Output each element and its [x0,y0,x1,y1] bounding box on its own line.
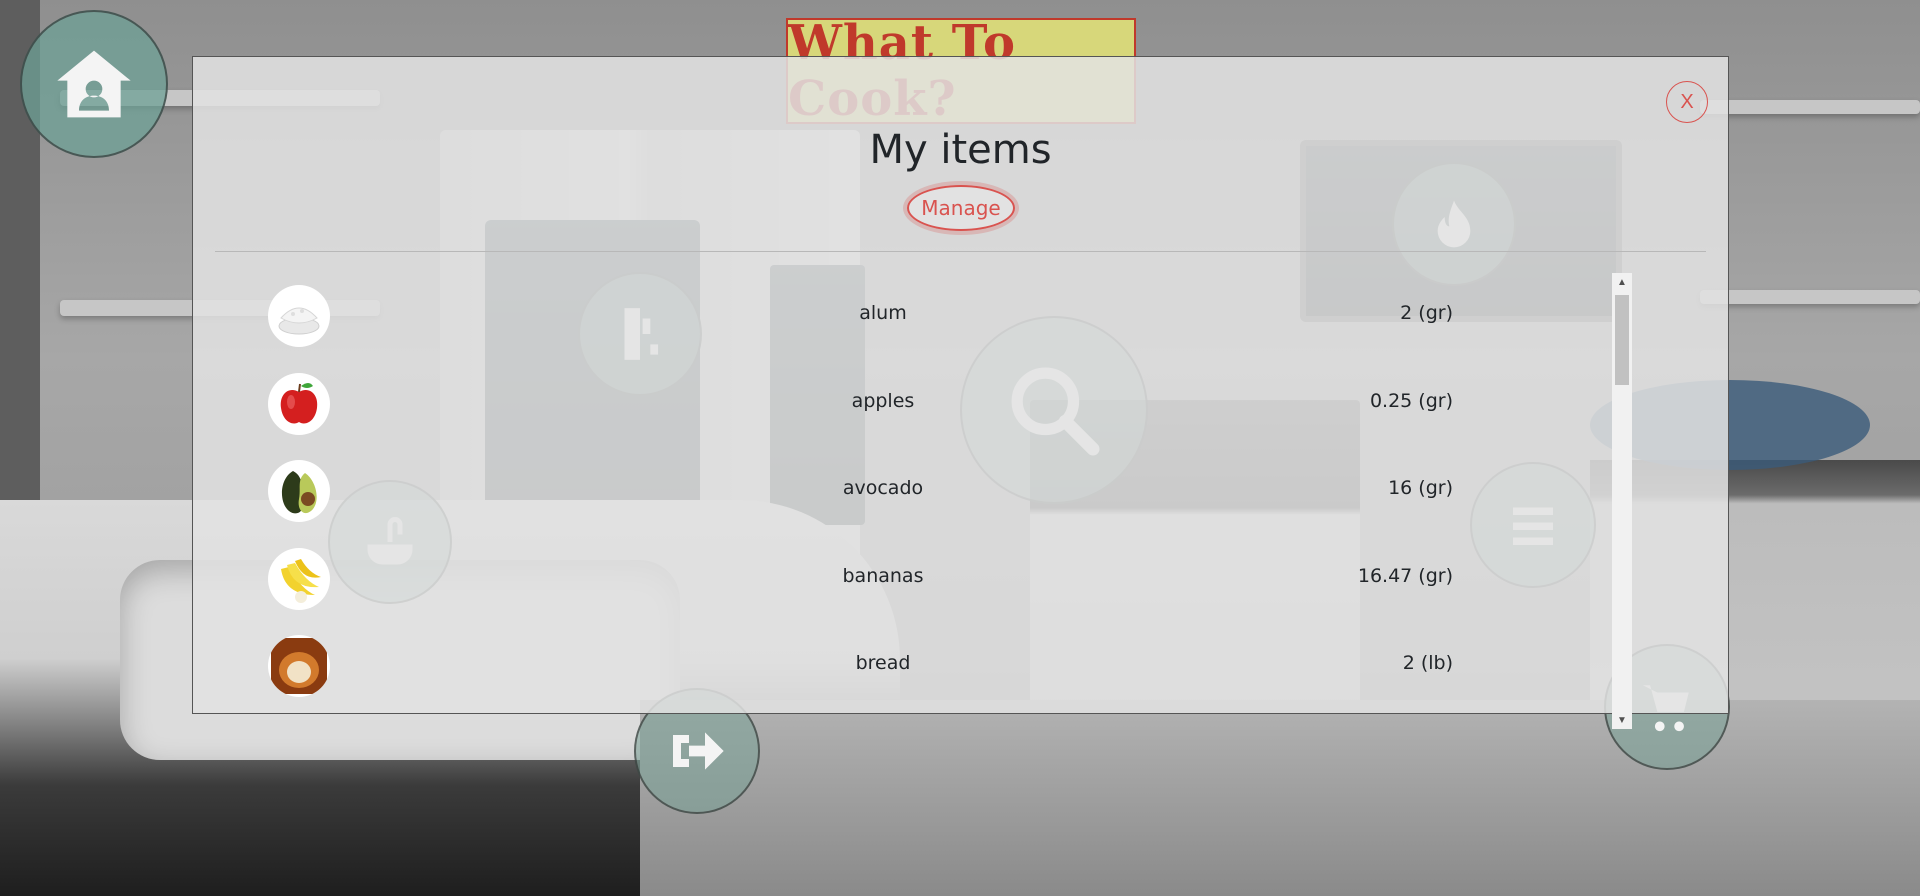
item-name: bread [855,652,911,674]
bread-icon [268,635,330,697]
apple-icon [268,372,330,435]
scroll-up-arrow-icon[interactable]: ▲ [1612,273,1632,291]
manage-button[interactable]: Manage [907,185,1015,231]
list-item[interactable]: avocado 16 (gr) [253,447,1643,535]
home-icon [57,50,131,118]
scrollbar-thumb[interactable] [1615,295,1629,385]
item-name: alum [859,302,907,324]
item-quantity: 16.47 (gr) [1357,564,1453,587]
item-quantity: 16 (gr) [1388,477,1453,499]
floor [640,700,1920,896]
avocado-icon [268,460,330,522]
scroll-down-arrow-icon[interactable]: ▼ [1612,711,1632,729]
list-item[interactable]: bread 2 (lb) [253,622,1643,710]
list-scrollbar[interactable]: ▲ ▼ [1612,273,1632,729]
divider [215,251,1706,252]
shelf [1700,290,1920,304]
list-item[interactable]: apples 0.25 (gr) [253,360,1643,448]
item-quantity: 0.25 (gr) [1369,389,1453,412]
item-name: apples [851,389,915,412]
list-item[interactable]: bananas 16.47 (gr) [253,535,1643,623]
item-name: avocado [842,477,924,499]
alum-powder-icon [268,285,330,347]
shelf [1700,100,1920,114]
modal-title: My items [869,127,1052,173]
item-quantity: 2 (gr) [1400,302,1453,324]
list-item[interactable]: alum 2 (gr) [253,272,1643,360]
bananas-icon [268,547,330,610]
home-button[interactable] [20,10,168,158]
my-items-modal: X My items Manage alum 2 (gr) apples 0.2… [192,56,1729,729]
items-list[interactable]: alum 2 (gr) apples 0.25 (gr) avocado 16 … [253,272,1643,727]
item-quantity: 2 (lb) [1402,652,1453,674]
item-name: bananas [842,564,924,587]
close-button[interactable]: X [1666,81,1708,123]
logout-icon [673,732,724,770]
